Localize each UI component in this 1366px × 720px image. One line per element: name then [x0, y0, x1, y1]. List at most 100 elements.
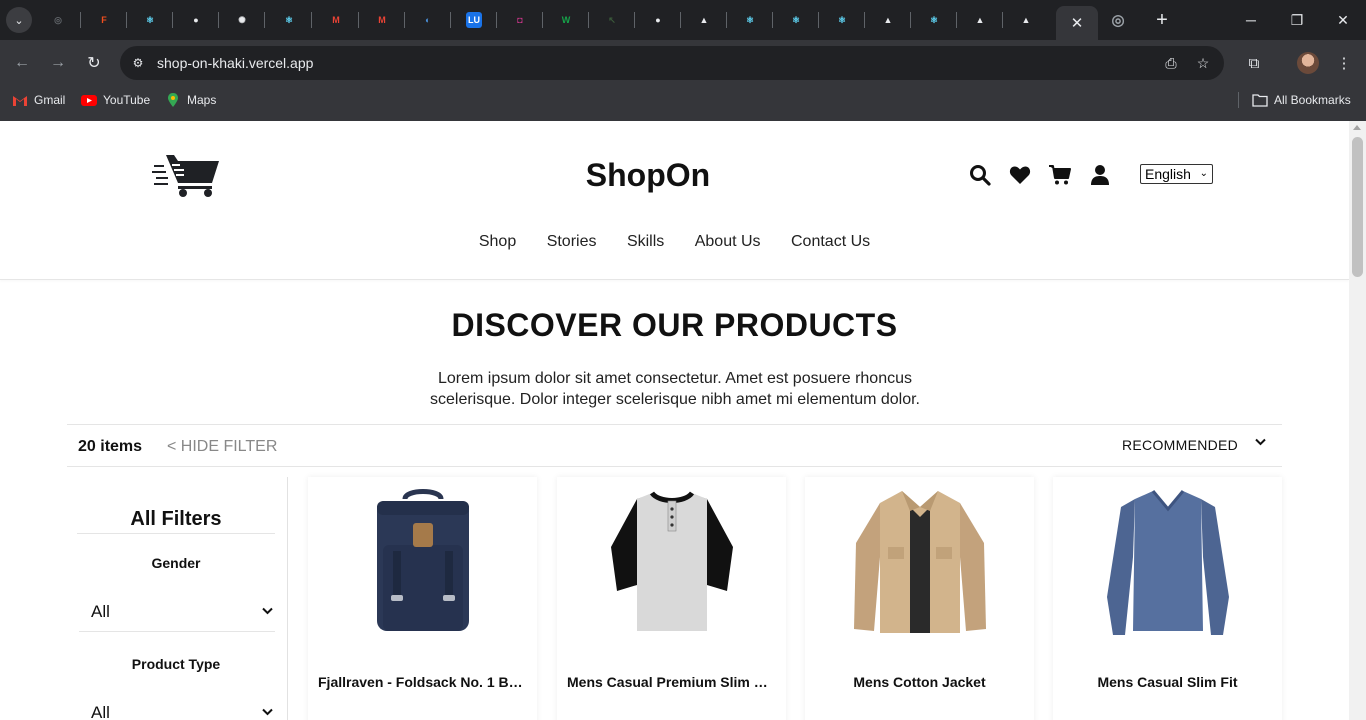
- bookmarks-separator: [1238, 92, 1239, 108]
- new-tab-button[interactable]: +: [1150, 8, 1174, 32]
- minimize-button[interactable]: ─: [1228, 6, 1274, 34]
- gender-filter-select[interactable]: All: [79, 592, 275, 632]
- product-card[interactable]: Fjallraven - Foldsack No. 1 Backpack, Fi…: [308, 477, 537, 720]
- filter-sidebar: All Filters Gender All Product Type All: [67, 477, 288, 720]
- reload-button[interactable]: ↻: [80, 50, 108, 76]
- tab-github[interactable]: ●: [184, 8, 208, 32]
- menu-kebab-icon[interactable]: ⋮: [1331, 50, 1357, 76]
- tab-github[interactable]: ●: [646, 8, 670, 32]
- product-card[interactable]: Mens Casual Premium Slim Fit T-Shirts: [557, 477, 786, 720]
- tab-separator: [496, 12, 497, 28]
- site-info-icon[interactable]: ⚙: [130, 55, 146, 71]
- tab-chrome[interactable]: ◎: [1106, 8, 1130, 32]
- tab-react[interactable]: ⚛: [738, 8, 762, 32]
- tab-figma[interactable]: F: [92, 8, 116, 32]
- search-icon[interactable]: [968, 163, 992, 187]
- react-icon: ⚛: [837, 14, 847, 25]
- product-image-backpack[interactable]: [308, 477, 537, 647]
- product-name[interactable]: Mens Casual Slim Fit: [1063, 674, 1272, 690]
- nav-stories[interactable]: Stories: [547, 233, 597, 251]
- tab-separator: [772, 12, 773, 28]
- page-title: DISCOVER OUR PRODUCTS: [451, 307, 898, 343]
- product-name[interactable]: Mens Casual Premium Slim Fit T-Shirts: [567, 674, 776, 690]
- back-button[interactable]: ←: [8, 50, 36, 76]
- product-image-jacket[interactable]: [805, 477, 1034, 647]
- tab-globe[interactable]: ◐: [416, 8, 440, 32]
- nav-shop[interactable]: Shop: [479, 233, 516, 251]
- tab-webflow[interactable]: W: [554, 8, 578, 32]
- product-type-filter-select[interactable]: All: [79, 693, 275, 720]
- address-bar[interactable]: ⚙ shop-on-khaki.vercel.app ⎙ ☆: [120, 46, 1224, 80]
- tab-separator: [864, 12, 865, 28]
- react-icon: ⚛: [145, 14, 155, 25]
- tab-vercel[interactable]: ▲: [1014, 8, 1038, 32]
- maximize-button[interactable]: ❐: [1274, 6, 1320, 34]
- maps-icon: [165, 93, 181, 107]
- filter-bar: 20 items < HIDE FILTER RECOMMENDED: [67, 424, 1282, 467]
- scroll-up-arrow-icon[interactable]: [1353, 125, 1361, 130]
- item-count: 20 items: [78, 438, 143, 455]
- react-icon: ⚛: [929, 14, 939, 25]
- page-scrollbar[interactable]: [1349, 121, 1366, 720]
- tab-separator: [172, 12, 173, 28]
- product-card[interactable]: Mens Casual Slim Fit: [1053, 477, 1282, 720]
- tab-gmail[interactable]: M: [324, 8, 348, 32]
- tab-strip: ⌄ ◎ F ⚛ ● ✺ ⚛ M M ◐ LU ◘ W ↖ ● ▲ ⚛ ⚛ ⚛ ▲ ⚛ ▲ ▲ ✕ ◎ + ─ ❐ ✕: [0, 0, 1366, 40]
- tab-react[interactable]: ⚛: [922, 8, 946, 32]
- tab-cursor[interactable]: ↖: [600, 8, 624, 32]
- language-select[interactable]: English ⌄: [1140, 164, 1213, 184]
- tab-react[interactable]: ⚛: [784, 8, 808, 32]
- tab-separator: [404, 12, 405, 28]
- bookmark-youtube[interactable]: YouTube: [81, 91, 150, 109]
- gmail-icon: M: [378, 15, 386, 25]
- forward-button[interactable]: →: [44, 50, 72, 76]
- tab-vercel[interactable]: ▲: [968, 8, 992, 32]
- user-icon[interactable]: [1088, 163, 1112, 187]
- tab-search-button[interactable]: ⌄: [6, 7, 32, 33]
- heart-icon[interactable]: [1008, 163, 1032, 187]
- url-text[interactable]: shop-on-khaki.vercel.app: [157, 55, 313, 71]
- tab-gmail[interactable]: M: [370, 8, 394, 32]
- cart-logo-icon[interactable]: [152, 151, 222, 199]
- product-card[interactable]: Mens Cotton Jacket: [805, 477, 1034, 720]
- product-image-sweater[interactable]: [1053, 477, 1282, 647]
- sort-dropdown[interactable]: RECOMMENDED: [1122, 437, 1282, 453]
- bookmark-maps[interactable]: Maps: [165, 91, 216, 109]
- nav-about-us[interactable]: About Us: [695, 233, 761, 251]
- bookmark-star-icon[interactable]: ☆: [1194, 54, 1212, 72]
- tab-vercel[interactable]: ▲: [876, 8, 900, 32]
- tab-instagram[interactable]: ◘: [508, 8, 532, 32]
- bookmarks-bar: Gmail YouTube Maps All Bookmarks: [0, 86, 1366, 114]
- chevron-down-icon: ⌄: [1199, 168, 1208, 179]
- active-tab[interactable]: ✕: [1056, 6, 1098, 40]
- bookmark-gmail[interactable]: Gmail: [12, 91, 65, 109]
- all-bookmarks-button[interactable]: All Bookmarks: [1252, 91, 1351, 109]
- tab-react[interactable]: ⚛: [138, 8, 162, 32]
- nav-skills[interactable]: Skills: [627, 233, 664, 251]
- hide-filter-button[interactable]: < HIDE FILTER: [167, 438, 277, 456]
- lu-icon: LU: [466, 12, 482, 28]
- nav-contact-us[interactable]: Contact Us: [791, 233, 870, 251]
- product-name[interactable]: Fjallraven - Foldsack No. 1 Backpack, Fi…: [318, 674, 527, 690]
- gmail-icon: [12, 93, 28, 107]
- close-tab-icon[interactable]: ✕: [1071, 14, 1084, 32]
- tab-chrome[interactable]: ◎: [46, 8, 70, 32]
- tab-lu[interactable]: LU: [462, 8, 486, 32]
- tab-vercel[interactable]: ▲: [692, 8, 716, 32]
- cursor-icon: ↖: [608, 14, 616, 25]
- scrollbar-thumb[interactable]: [1352, 137, 1363, 277]
- tab-separator: [311, 12, 312, 28]
- brand-title[interactable]: ShopOn: [560, 157, 736, 194]
- gender-filter-label: Gender: [151, 555, 201, 571]
- tab-openai[interactable]: ✺: [230, 8, 254, 32]
- site-header: ShopOn English ⌄ Shop Stories Skills Abo…: [0, 121, 1349, 280]
- tab-react[interactable]: ⚛: [277, 8, 301, 32]
- product-name[interactable]: Mens Cotton Jacket: [815, 674, 1024, 690]
- product-image-tshirt[interactable]: [557, 477, 786, 647]
- cart-icon[interactable]: [1048, 163, 1072, 187]
- close-window-button[interactable]: ✕: [1320, 6, 1366, 34]
- tab-react[interactable]: ⚛: [830, 8, 854, 32]
- extensions-icon[interactable]: ⧉: [1241, 50, 1267, 76]
- profile-avatar[interactable]: [1297, 52, 1319, 74]
- install-app-icon[interactable]: ⎙: [1162, 54, 1180, 72]
